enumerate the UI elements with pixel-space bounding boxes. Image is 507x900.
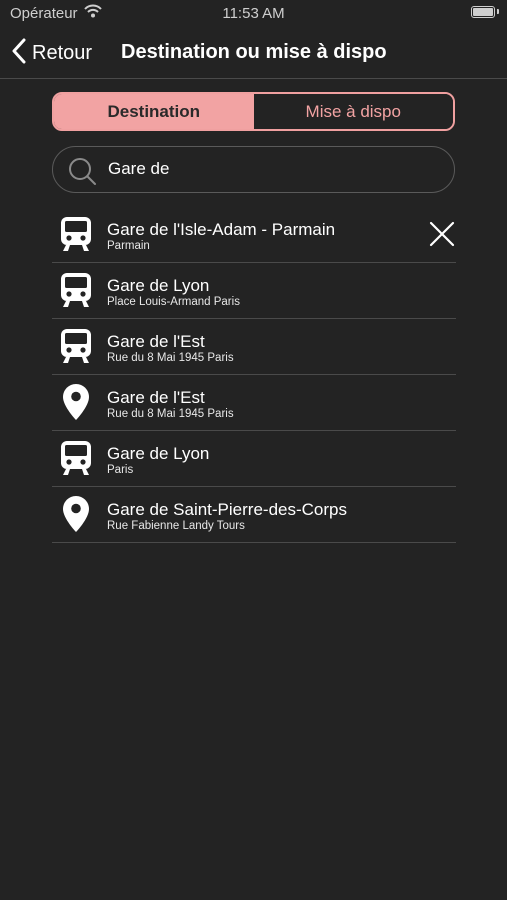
chevron-left-icon <box>12 38 26 69</box>
search-field[interactable] <box>52 146 455 193</box>
result-item[interactable]: Gare de l'Est Rue du 8 Mai 1945 Paris <box>52 375 456 431</box>
close-icon[interactable] <box>428 220 456 248</box>
segment-mise-a-dispo[interactable]: Mise à dispo <box>253 94 453 129</box>
result-subtitle: Rue Fabienne Landy Tours <box>107 520 245 532</box>
train-icon <box>58 216 94 252</box>
result-subtitle: Rue du 8 Mai 1945 Paris <box>107 408 234 420</box>
train-icon <box>58 328 94 364</box>
status-bar: Opérateur 11:53 AM <box>0 0 507 28</box>
location-pin-icon <box>58 384 94 420</box>
location-pin-icon <box>58 496 94 532</box>
result-item[interactable]: Gare de Lyon Paris <box>52 431 456 487</box>
back-label: Retour <box>32 41 93 64</box>
navigation-bar: Retour Destination ou mise à dispo <box>0 28 507 79</box>
train-icon <box>58 272 94 308</box>
back-button[interactable]: Retour <box>12 38 92 68</box>
search-input[interactable] <box>108 155 438 183</box>
segmented-control: Destination Mise à dispo <box>52 92 455 131</box>
results-list: Gare de l'Isle-Adam - Parmain Parmain Ga… <box>52 207 456 543</box>
result-item[interactable]: Gare de l'Isle-Adam - Parmain Parmain <box>52 207 456 263</box>
result-subtitle: Parmain <box>107 240 150 252</box>
battery-icon <box>471 6 495 18</box>
clock: 11:53 AM <box>222 5 285 22</box>
result-subtitle: Place Louis-Armand Paris <box>107 296 240 308</box>
result-title: Gare de l'Isle-Adam - Parmain <box>107 220 336 239</box>
train-icon <box>58 440 94 476</box>
result-item[interactable]: Gare de Saint-Pierre-des-Corps Rue Fabie… <box>52 487 456 543</box>
result-item[interactable]: Gare de l'Est Rue du 8 Mai 1945 Paris <box>52 319 456 375</box>
search-icon <box>67 157 97 190</box>
result-title: Gare de Lyon <box>107 444 210 463</box>
result-item[interactable]: Gare de Lyon Place Louis-Armand Paris <box>52 263 456 319</box>
result-title: Gare de l'Est <box>107 388 205 407</box>
result-subtitle: Paris <box>107 464 134 476</box>
result-title: Gare de Saint-Pierre-des-Corps <box>107 500 347 519</box>
page-title: Destination ou mise à dispo <box>121 41 387 63</box>
segment-destination[interactable]: Destination <box>54 94 254 129</box>
result-title: Gare de l'Est <box>107 332 205 351</box>
result-title: Gare de Lyon <box>107 276 210 295</box>
battery-tip <box>497 9 499 14</box>
result-subtitle: Rue du 8 Mai 1945 Paris <box>107 352 234 364</box>
